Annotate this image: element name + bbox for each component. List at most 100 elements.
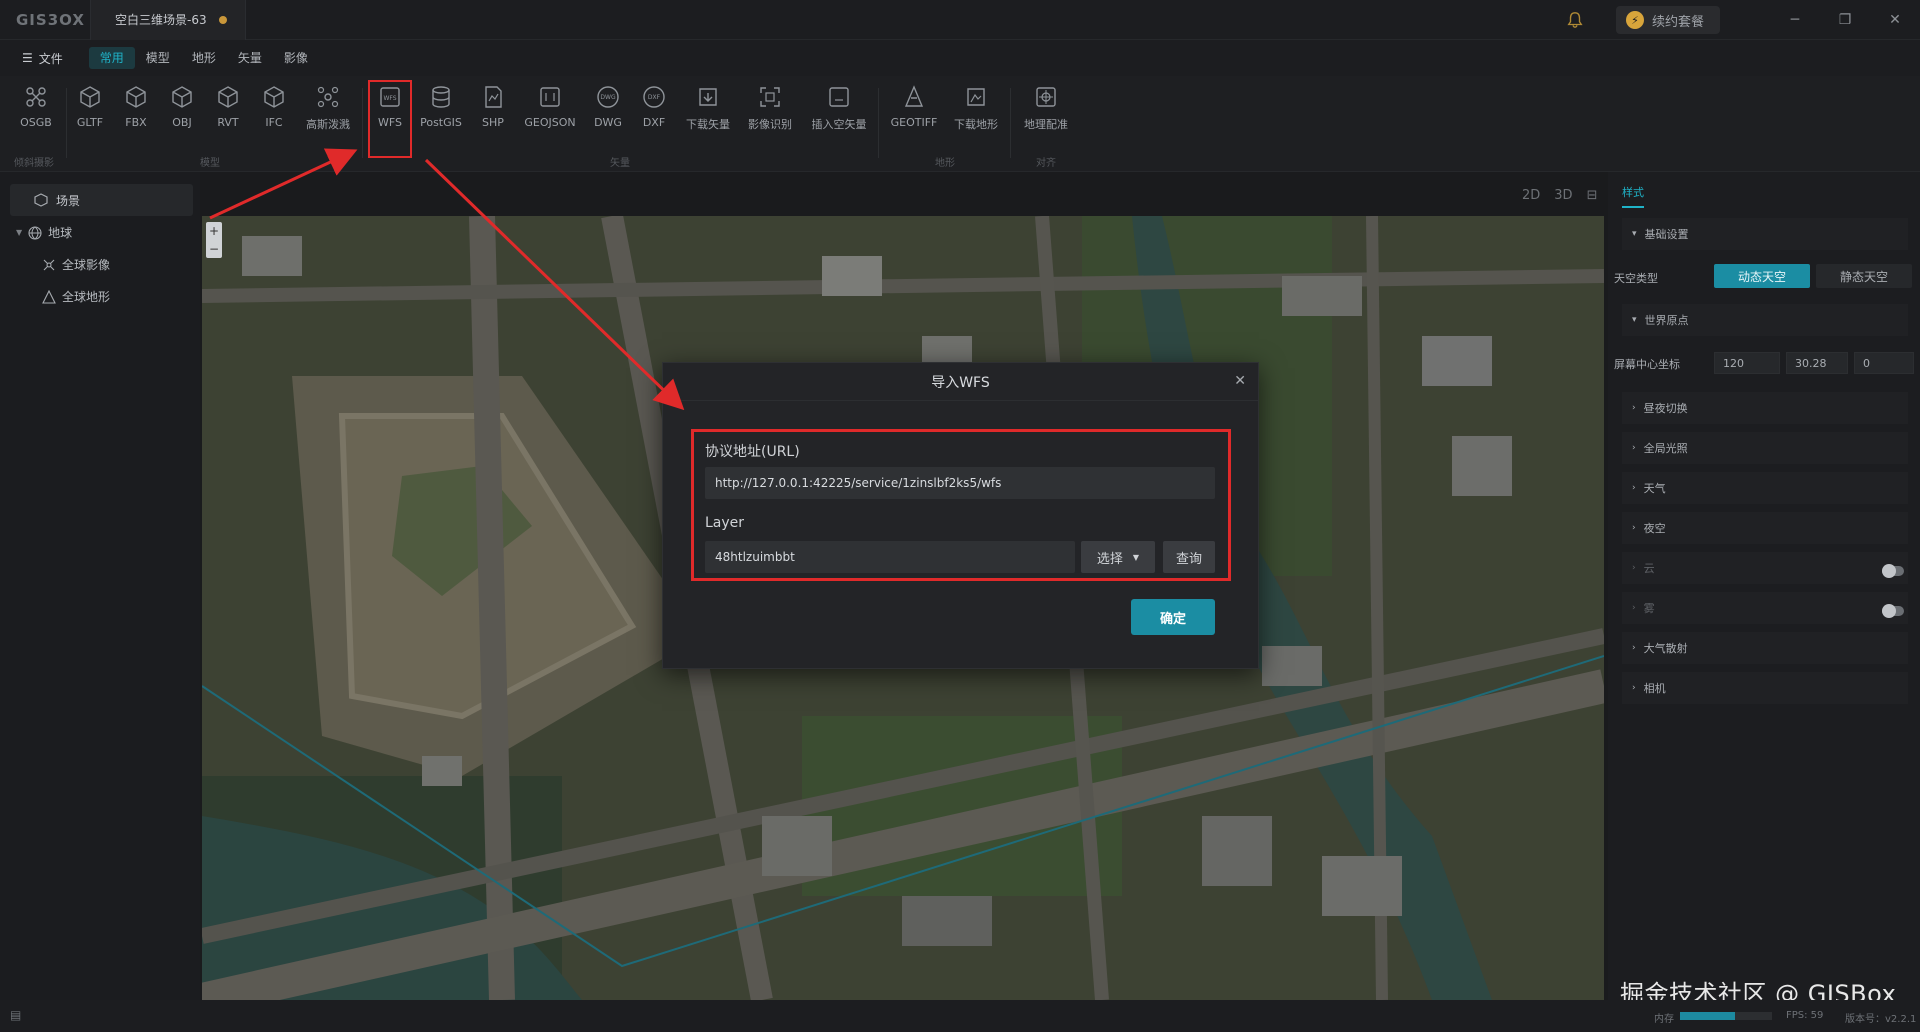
wfs-label: WFS bbox=[378, 116, 402, 129]
map-zoom-control[interactable]: + − bbox=[206, 222, 222, 258]
georeference-button[interactable]: 地理配准 bbox=[1020, 84, 1072, 154]
menu-tab-terrain[interactable]: 地形 bbox=[181, 47, 227, 69]
split-view-tab[interactable]: ⊟ bbox=[1587, 188, 1598, 203]
file-menu-label: 文件 bbox=[38, 51, 63, 66]
section-global-light-label: 全局光照 bbox=[1643, 442, 1688, 455]
georeference-label: 地理配准 bbox=[1024, 118, 1068, 131]
cloud-toggle[interactable] bbox=[1882, 564, 1904, 578]
section-global-light[interactable]: › 全局光照 bbox=[1622, 432, 1908, 464]
section-atmosphere[interactable]: › 大气散射 bbox=[1622, 632, 1908, 664]
restore-icon[interactable]: ❐ bbox=[1820, 0, 1870, 40]
section-night-sky-label: 夜空 bbox=[1643, 522, 1666, 535]
minimize-icon[interactable]: ─ bbox=[1770, 0, 1820, 40]
section-cloud[interactable]: › 云 bbox=[1622, 552, 1908, 584]
tree-item-scene[interactable]: 场景 bbox=[10, 184, 193, 216]
shp-button[interactable]: SHP bbox=[475, 84, 511, 154]
gaussian-splat-button[interactable]: 高斯泼溅 bbox=[300, 84, 356, 154]
gaussian-splat-label: 高斯泼溅 bbox=[306, 118, 350, 131]
ifc-label: IFC bbox=[265, 116, 283, 129]
query-button[interactable]: 查询 bbox=[1163, 541, 1215, 573]
section-weather[interactable]: › 天气 bbox=[1622, 472, 1908, 504]
tree-item-earth[interactable]: ▼ 地球 bbox=[16, 224, 72, 241]
section-night-sky[interactable]: › 夜空 bbox=[1622, 512, 1908, 544]
imagery-icon bbox=[43, 259, 55, 270]
view-3d-tab[interactable]: 3D bbox=[1554, 188, 1572, 203]
cube-icon bbox=[172, 86, 192, 108]
close-icon[interactable]: ✕ bbox=[1234, 373, 1246, 389]
layer-input[interactable]: 48htlzuimbbt bbox=[705, 541, 1075, 573]
coord-x-input[interactable]: 120 bbox=[1714, 352, 1780, 374]
dxf-button[interactable]: DXF DXF bbox=[636, 84, 672, 154]
zoom-out-icon[interactable]: − bbox=[209, 240, 219, 258]
sky-type-label: 天空类型 bbox=[1614, 272, 1658, 285]
geotiff-button[interactable]: GEOTIFF bbox=[888, 84, 940, 154]
postgis-button[interactable]: PostGIS bbox=[418, 84, 464, 154]
confirm-button[interactable]: 确定 bbox=[1131, 599, 1215, 635]
ribbon-divider bbox=[878, 88, 879, 158]
menu-tab-model[interactable]: 模型 bbox=[135, 47, 181, 69]
group-label-terrain: 地形 bbox=[935, 158, 955, 169]
coord-z-input[interactable]: 0 bbox=[1854, 352, 1914, 374]
tab-style[interactable]: 样式 bbox=[1622, 184, 1644, 208]
url-label: 协议地址(URL) bbox=[705, 444, 800, 460]
menu-tab-vector[interactable]: 矢量 bbox=[227, 47, 273, 69]
tree-item-global-imagery[interactable]: 全球影像 bbox=[42, 256, 110, 273]
dwg-button[interactable]: DWG DWG bbox=[590, 84, 626, 154]
menu-tab-common[interactable]: 常用 bbox=[88, 47, 135, 69]
bell-icon[interactable] bbox=[1566, 11, 1584, 29]
chevron-right-icon: › bbox=[1632, 683, 1636, 693]
url-input[interactable]: http://127.0.0.1:42225/service/1zinslbf2… bbox=[705, 467, 1215, 499]
section-basic-settings[interactable]: ▾ 基础设置 bbox=[1622, 218, 1908, 250]
image-recognition-button[interactable]: 影像识别 bbox=[744, 84, 796, 154]
view-2d-tab[interactable]: 2D bbox=[1522, 188, 1540, 203]
close-window-icon[interactable]: ✕ bbox=[1870, 0, 1920, 40]
chevron-right-icon: › bbox=[1632, 483, 1636, 493]
caret-down-icon: ▼ bbox=[16, 228, 23, 237]
unsaved-dot-icon bbox=[218, 15, 227, 24]
wfs-button[interactable]: WFS WFS bbox=[368, 80, 412, 158]
file-menu[interactable]: ☰ 文件 bbox=[0, 50, 81, 67]
coord-y-input[interactable]: 30.28 bbox=[1786, 352, 1848, 374]
hamburger-icon: ☰ bbox=[22, 51, 33, 65]
tree-item-global-terrain-label: 全球地形 bbox=[62, 290, 111, 304]
shp-label: SHP bbox=[482, 116, 504, 129]
svg-text:WFS: WFS bbox=[383, 95, 396, 102]
section-fog[interactable]: › 雾 bbox=[1622, 592, 1908, 624]
layer-select-button[interactable]: 选择 ▼ bbox=[1081, 541, 1155, 573]
georeference-icon bbox=[1036, 87, 1056, 107]
section-day-night[interactable]: › 昼夜切换 bbox=[1622, 392, 1908, 424]
section-world-origin[interactable]: ▾ 世界原点 bbox=[1622, 304, 1908, 336]
gltf-label: GLTF bbox=[76, 116, 104, 129]
renew-plan-button[interactable]: ⚡ 续约套餐 bbox=[1616, 6, 1720, 34]
sky-static-button[interactable]: 静态天空 bbox=[1816, 264, 1912, 288]
lightning-icon: ⚡ bbox=[1626, 11, 1644, 29]
geojson-button[interactable]: GEOJSON bbox=[522, 84, 578, 154]
caret-down-icon: ▼ bbox=[1132, 552, 1140, 562]
section-world-origin-label: 世界原点 bbox=[1644, 314, 1689, 327]
log-icon[interactable]: ▤ bbox=[10, 1008, 21, 1022]
document-tab[interactable]: 空白三维场景-63 bbox=[90, 0, 246, 40]
rvt-button[interactable]: RVT bbox=[210, 84, 246, 154]
insert-empty-vector-button[interactable]: 插入空矢量 bbox=[808, 84, 870, 154]
ifc-button[interactable]: IFC bbox=[256, 84, 292, 154]
fbx-button[interactable]: FBX bbox=[118, 84, 154, 154]
section-day-night-label: 昼夜切换 bbox=[1643, 402, 1688, 415]
obj-button[interactable]: OBJ bbox=[164, 84, 200, 154]
osgb-button[interactable]: OSGB bbox=[18, 84, 54, 154]
cube-icon bbox=[264, 86, 284, 108]
menu-tab-imagery[interactable]: 影像 bbox=[273, 47, 319, 69]
section-weather-label: 天气 bbox=[1643, 482, 1666, 495]
download-vector-button[interactable]: 下载矢量 bbox=[682, 84, 734, 154]
group-label-tilt: 倾斜摄影 bbox=[14, 158, 54, 169]
section-camera[interactable]: › 相机 bbox=[1622, 672, 1908, 704]
layer-select-label: 选择 bbox=[1096, 551, 1123, 567]
zoom-in-icon[interactable]: + bbox=[209, 222, 219, 240]
properties-panel: 样式 ▾ 基础设置 天空类型 动态天空 静态天空 ▾ 世界原点 屏幕中心坐标 1… bbox=[1608, 172, 1920, 1000]
tree-item-global-terrain[interactable]: 全球地形 bbox=[42, 288, 110, 305]
download-terrain-button[interactable]: 下载地形 bbox=[950, 84, 1002, 154]
gltf-button[interactable]: GLTF bbox=[72, 84, 108, 154]
osgb-icon bbox=[26, 87, 46, 107]
fog-toggle[interactable] bbox=[1882, 604, 1904, 618]
sky-dynamic-button[interactable]: 动态天空 bbox=[1714, 264, 1810, 288]
chevron-right-icon: › bbox=[1632, 603, 1636, 613]
